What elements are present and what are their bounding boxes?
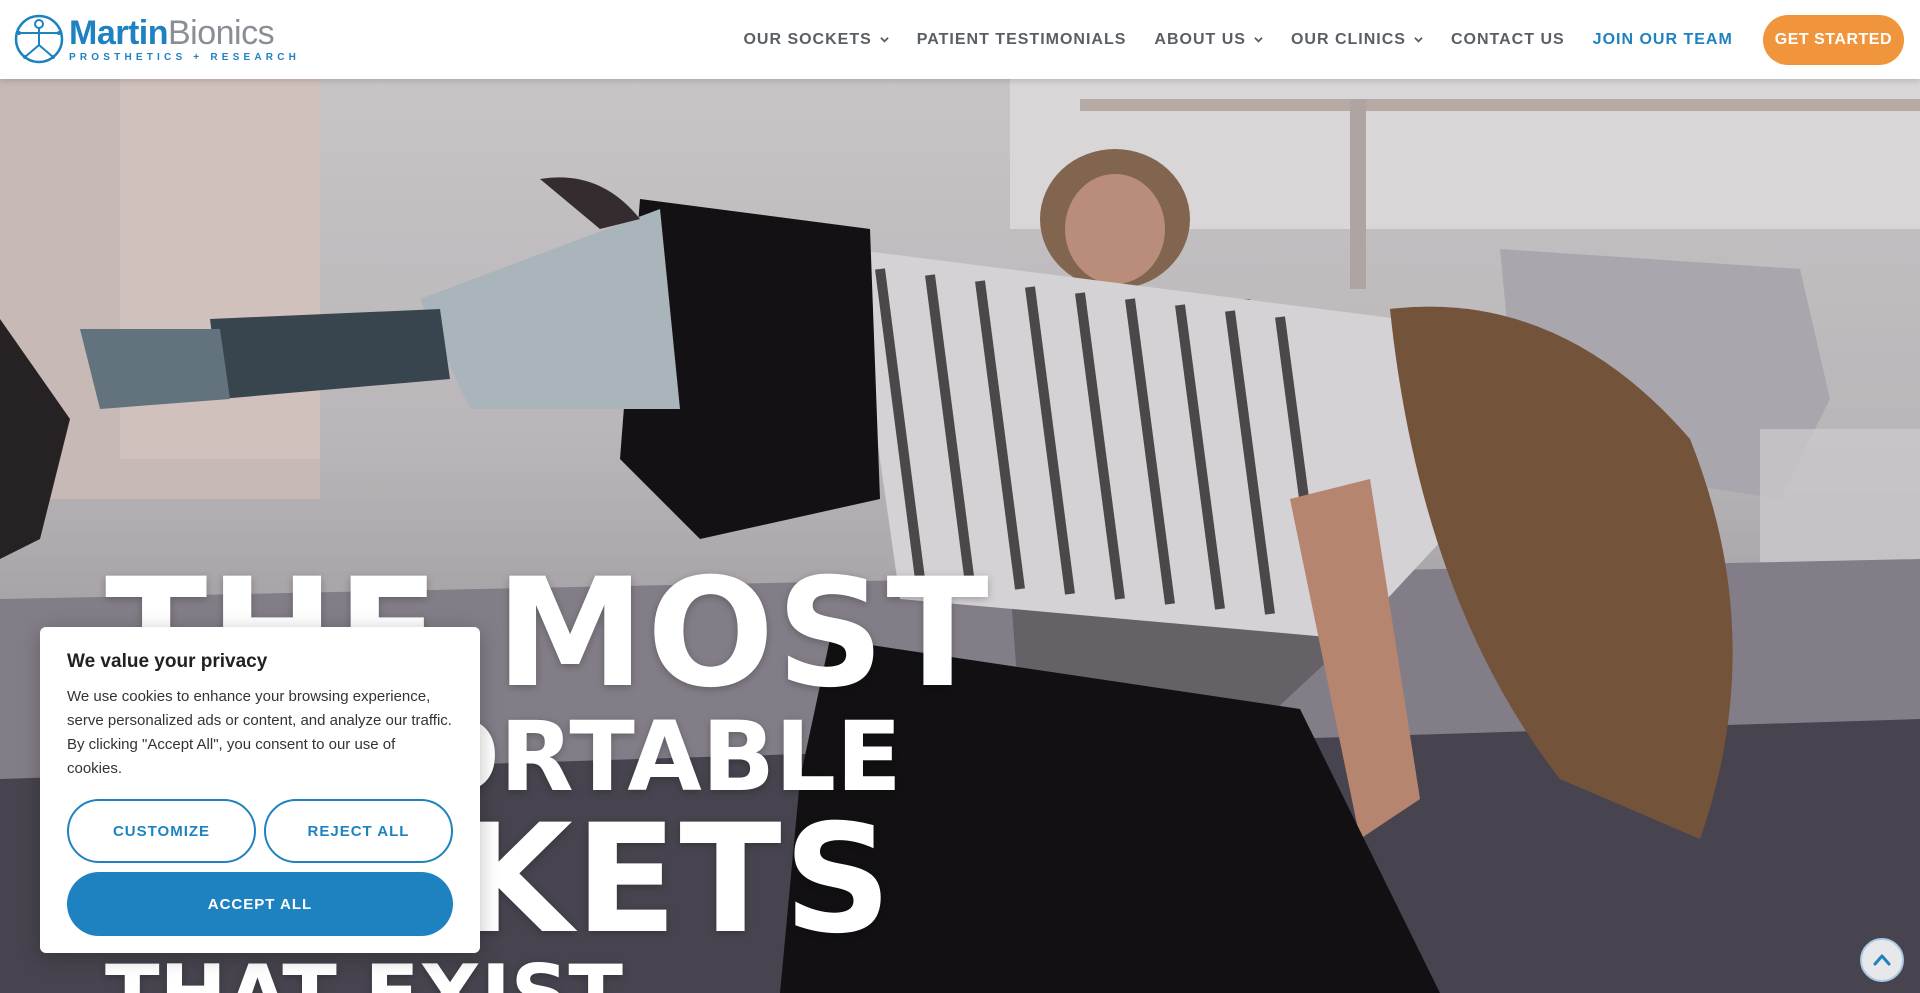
logo-name-martin: Martin bbox=[69, 13, 169, 52]
chevron-down-icon bbox=[1414, 37, 1423, 43]
nav-our-sockets-label: OUR SOCKETS bbox=[743, 30, 872, 48]
nav-join-our-team[interactable]: JOIN OUR TEAM bbox=[1593, 31, 1733, 49]
main-nav: OUR SOCKETS PATIENT TESTIMONIALS ABOUT U… bbox=[715, 0, 1904, 79]
customize-button[interactable]: CUSTOMIZE bbox=[67, 799, 256, 863]
nav-our-clinics-label: OUR CLINICS bbox=[1290, 30, 1406, 48]
get-started-button[interactable]: GET STARTED bbox=[1762, 14, 1904, 65]
nav-our-clinics[interactable]: OUR CLINICS bbox=[1291, 31, 1423, 49]
logo-wordmark: MartinBionics bbox=[69, 16, 300, 50]
nav-join-our-team-label: JOIN OUR TEAM bbox=[1592, 30, 1733, 48]
nav-contact-us[interactable]: CONTACT US bbox=[1451, 31, 1565, 49]
chevron-up-icon bbox=[1873, 954, 1891, 966]
logo-name-bionics: Bionics bbox=[168, 13, 275, 52]
site-logo[interactable]: MartinBionics PROSTHETICS + RESEARCH bbox=[13, 13, 300, 65]
site-header: MartinBionics PROSTHETICS + RESEARCH OUR… bbox=[0, 0, 1920, 79]
reject-all-button[interactable]: REJECT ALL bbox=[264, 799, 453, 863]
cookie-button-row: CUSTOMIZE REJECT ALL bbox=[67, 799, 453, 863]
scroll-to-top-button[interactable] bbox=[1860, 938, 1904, 982]
nav-our-sockets[interactable]: OUR SOCKETS bbox=[743, 30, 889, 49]
nav-patient-testimonials-label: PATIENT TESTIMONIALS bbox=[916, 30, 1127, 48]
nav-patient-testimonials[interactable]: PATIENT TESTIMONIALS bbox=[917, 31, 1127, 49]
accept-all-button[interactable]: ACCEPT ALL bbox=[67, 872, 453, 936]
cookie-consent-banner: We value your privacy We use cookies to … bbox=[40, 627, 480, 953]
nav-about-us-label: ABOUT US bbox=[1154, 30, 1246, 48]
chevron-down-icon bbox=[1254, 37, 1263, 43]
logo-tagline: PROSTHETICS + RESEARCH bbox=[69, 51, 301, 63]
nav-about-us[interactable]: ABOUT US bbox=[1154, 31, 1263, 49]
chevron-down-icon bbox=[880, 37, 889, 43]
logo-vitruvian-icon bbox=[14, 14, 64, 64]
cookie-title: We value your privacy bbox=[67, 651, 268, 672]
nav-contact-us-label: CONTACT US bbox=[1450, 30, 1565, 48]
cookie-body: We use cookies to enhance your browsing … bbox=[67, 688, 452, 777]
